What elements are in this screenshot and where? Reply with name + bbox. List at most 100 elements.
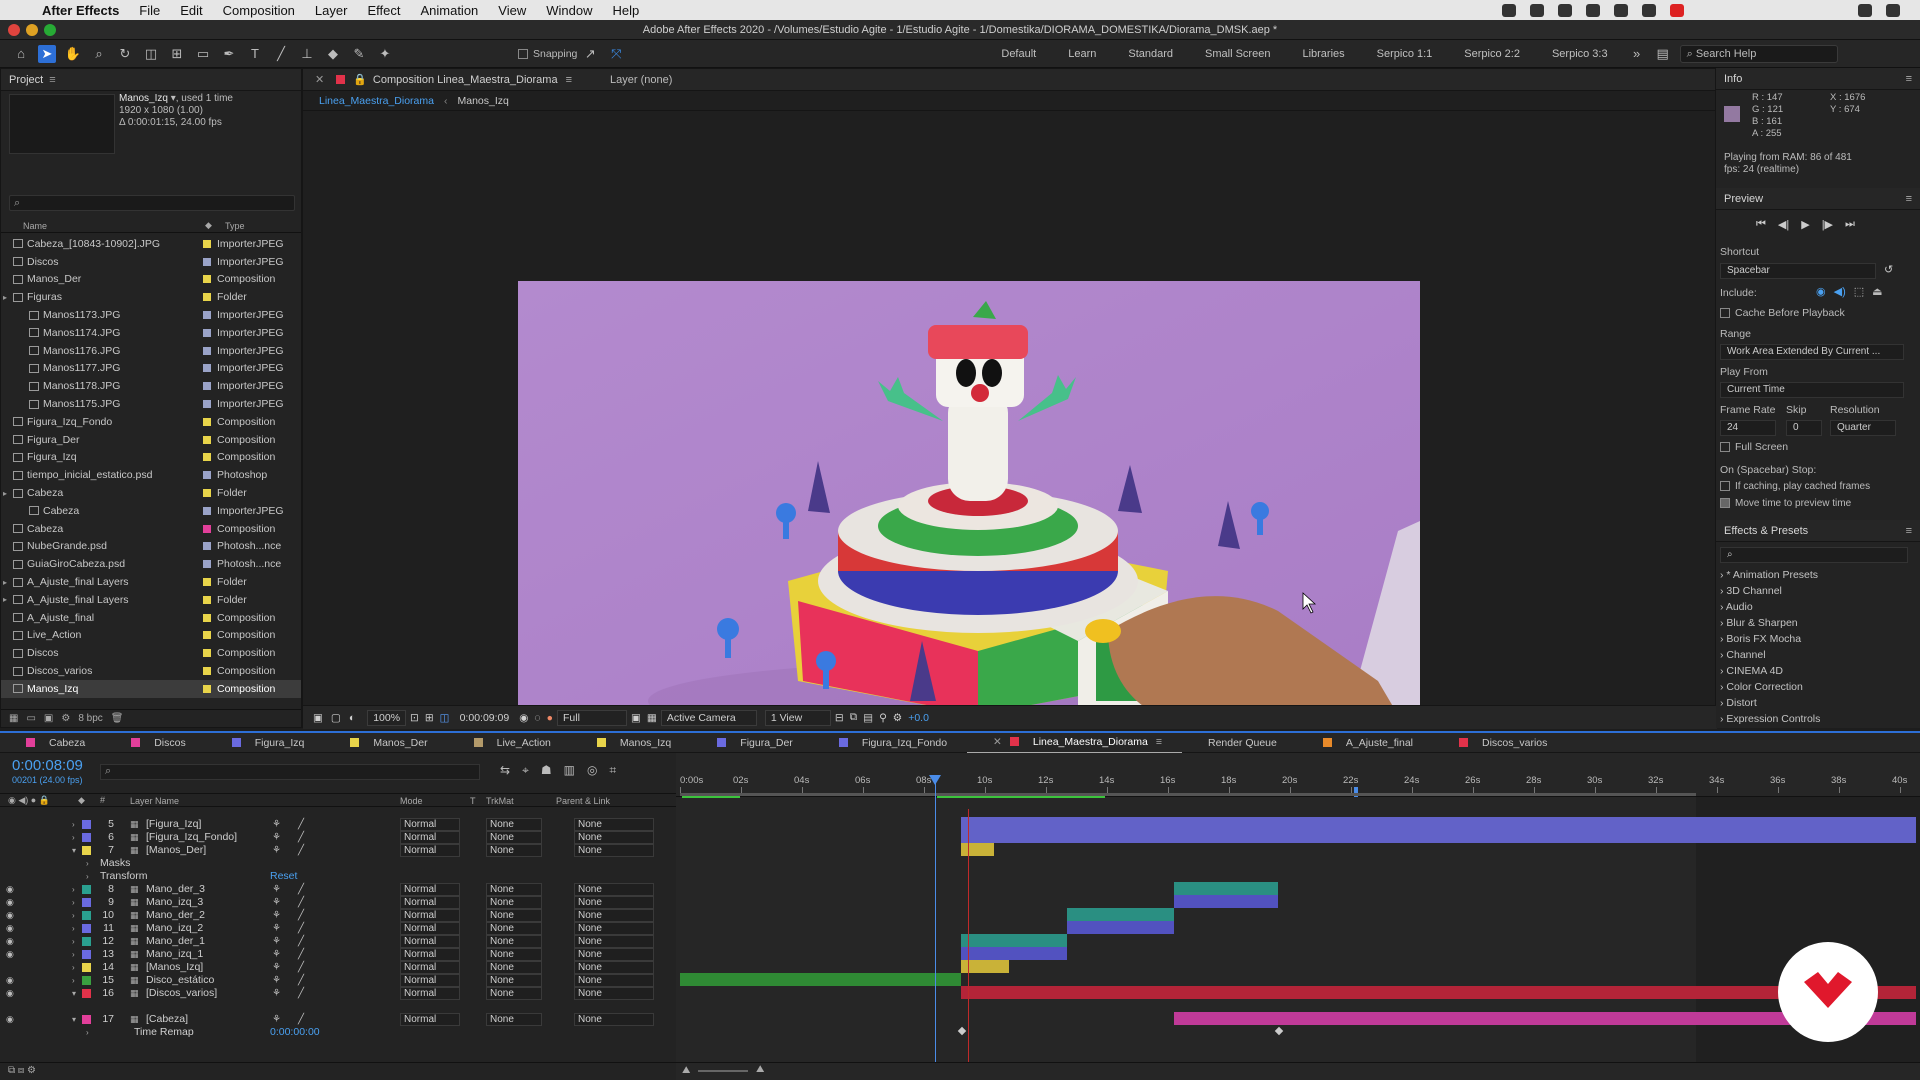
layer-name[interactable]: [Discos_varios] (146, 987, 217, 999)
t-header[interactable]: T (470, 796, 476, 806)
draft-3d-icon[interactable]: ⌖ (522, 763, 529, 778)
first-frame-icon[interactable]: ⏮ (1756, 218, 1766, 231)
label-color-swatch[interactable] (203, 417, 211, 426)
twirl-arrow-icon[interactable]: › (72, 833, 75, 842)
workspace-small-screen[interactable]: Small Screen (1189, 48, 1286, 60)
project-item[interactable]: Discos ImporterJPEG (1, 253, 301, 271)
label-color-swatch[interactable] (203, 346, 211, 355)
selection-tool-icon[interactable]: ➤ (38, 44, 56, 63)
effect-category[interactable]: › Expression Controls (1720, 711, 1820, 727)
av-switches-icon[interactable]: ◉ ◀) ● 🔒 (8, 795, 50, 806)
twirl-arrow-icon[interactable]: › (72, 976, 75, 985)
project-item[interactable]: Manos1174.JPG ImporterJPEG (1, 324, 301, 342)
snap-options-icon[interactable]: ↗ (581, 45, 599, 63)
shy-switch-icon[interactable]: ⚘ (272, 962, 281, 973)
zoom-out-icon[interactable]: ⛰ (682, 1065, 690, 1076)
snapshot-icon[interactable]: ▢ (331, 712, 341, 724)
quality-switch-icon[interactable]: ╱ (298, 884, 304, 895)
label-color-swatch[interactable] (203, 506, 211, 515)
label-color-swatch[interactable] (203, 613, 211, 622)
visibility-eye-icon[interactable]: ◉ (6, 897, 14, 908)
preview-title[interactable]: Preview (1724, 193, 1763, 205)
project-item[interactable]: Discos_varios Composition (1, 662, 301, 680)
current-time-indicator[interactable] (935, 775, 936, 1062)
flowchart-icon[interactable]: ⚙ (61, 713, 70, 724)
effects-search-input[interactable]: ⌕ (1720, 547, 1908, 563)
take-snapshot-icon[interactable]: ◉ (519, 712, 528, 724)
brush-tool-icon[interactable]: ╱ (272, 45, 290, 63)
timeline-tab[interactable]: Figura_Izq (206, 737, 325, 749)
composition-preview-image[interactable] (518, 281, 1420, 715)
layer-duration-bar[interactable] (680, 973, 961, 986)
label-color-swatch[interactable] (203, 649, 211, 658)
color-channel-icon[interactable]: ● (547, 712, 553, 724)
info-title[interactable]: Info (1724, 73, 1742, 85)
snapping-checkbox[interactable] (518, 48, 528, 59)
snap-grid-icon[interactable]: ⤧ (607, 45, 625, 63)
clone-stamp-tool-icon[interactable]: ⊥ (298, 45, 316, 63)
type-column-header[interactable]: Type (225, 221, 245, 231)
project-item[interactable]: tiempo_inicial_estatico.psd Photoshop (1, 466, 301, 484)
hand-tool-icon[interactable]: ✋ (64, 45, 82, 63)
eraser-tool-icon[interactable]: ◆ (324, 45, 342, 63)
shy-switch-icon[interactable]: ⚘ (272, 884, 281, 895)
layer-label-swatch[interactable] (82, 936, 91, 946)
menu-layer[interactable]: Layer (305, 3, 358, 18)
keyframe-icon[interactable] (1274, 1026, 1284, 1036)
layer-duration-bar[interactable] (1067, 908, 1175, 921)
quality-switch-icon[interactable]: ╱ (298, 936, 304, 947)
app-menu[interactable]: After Effects (32, 3, 129, 18)
quality-switch-icon[interactable]: ╱ (298, 923, 304, 934)
shy-switch-icon[interactable]: ⚘ (272, 819, 281, 830)
label-column-icon[interactable]: ◆ (205, 220, 212, 231)
shy-switch-icon[interactable]: ⚘ (272, 1014, 281, 1025)
quality-switch-icon[interactable]: ╱ (298, 897, 304, 908)
zoom-window-button[interactable] (44, 24, 56, 36)
include-video-icon[interactable]: ◉ (1816, 285, 1826, 298)
menu-help[interactable]: Help (602, 3, 649, 18)
project-search-input[interactable]: ⌕ (9, 195, 295, 211)
quality-switch-icon[interactable]: ╱ (298, 975, 304, 986)
shortcut-select[interactable]: Spacebar (1720, 263, 1876, 279)
project-item[interactable]: Manos1173.JPG ImporterJPEG (1, 306, 301, 324)
fit-icon[interactable]: ⊡ (410, 712, 419, 724)
close-window-button[interactable] (8, 24, 20, 36)
label-color-swatch[interactable] (203, 257, 211, 266)
skip-select[interactable]: 0 (1786, 420, 1822, 436)
visibility-eye-icon[interactable]: ◉ (6, 923, 14, 934)
range-select[interactable]: Work Area Extended By Current ... (1720, 344, 1904, 360)
layer-tab[interactable]: Layer (none) (610, 74, 672, 86)
comp-mini-flowchart-icon[interactable]: ⇆ (500, 763, 510, 778)
exposure-value[interactable]: +0.0 (908, 712, 929, 724)
layer-label-swatch[interactable] (82, 1014, 91, 1024)
quality-switch-icon[interactable]: ╱ (298, 819, 304, 830)
label-color-swatch[interactable] (203, 489, 211, 498)
layer-duration-bar[interactable] (1067, 921, 1175, 934)
current-time-display[interactable]: 0:00:09:09 (460, 712, 510, 724)
expand-arrow-icon[interactable]: ▸ (3, 578, 13, 587)
view-layout-select[interactable]: 1 View (764, 709, 831, 726)
workspace-default[interactable]: Default (985, 48, 1052, 60)
visibility-eye-icon[interactable]: ◉ (6, 988, 14, 999)
timeline-layer-row[interactable]: ◉ ▾ 16 ▦ [Discos_varios] ⚘ ╱ Normal None None (0, 985, 676, 1001)
lock-icon[interactable]: 🔒 (353, 73, 367, 86)
effect-category[interactable]: › Blur & Sharpen (1720, 615, 1820, 631)
twirl-arrow-icon[interactable]: › (86, 859, 89, 868)
label-color-swatch[interactable] (203, 435, 211, 444)
twirl-arrow-icon[interactable]: ▾ (72, 1015, 76, 1024)
timeline-tab[interactable]: Discos_varios (1433, 737, 1567, 749)
workspace-serpico-2[interactable]: Serpico 2:2 (1448, 48, 1536, 60)
twirl-arrow-icon[interactable]: › (86, 1028, 89, 1037)
layer-label-swatch[interactable] (82, 910, 91, 920)
twirl-arrow-icon[interactable]: › (72, 820, 75, 829)
visibility-eye-icon[interactable]: ◉ (6, 1014, 14, 1025)
preview-menu-icon[interactable]: ≡ (1906, 193, 1912, 205)
reset-shortcut-icon[interactable]: ↺ (1884, 263, 1893, 276)
mask-visibility-icon[interactable]: ◫ (440, 712, 450, 724)
layer-duration-bar[interactable] (960, 830, 1916, 843)
play-from-select[interactable]: Current Time (1720, 382, 1904, 398)
show-snapshot-icon[interactable]: ◌ (534, 712, 540, 724)
mode-header[interactable]: Mode (400, 796, 423, 806)
timeline-current-time[interactable]: 0:00:08:09 (12, 757, 83, 774)
bit-depth-label[interactable]: 8 bpc (78, 713, 102, 724)
